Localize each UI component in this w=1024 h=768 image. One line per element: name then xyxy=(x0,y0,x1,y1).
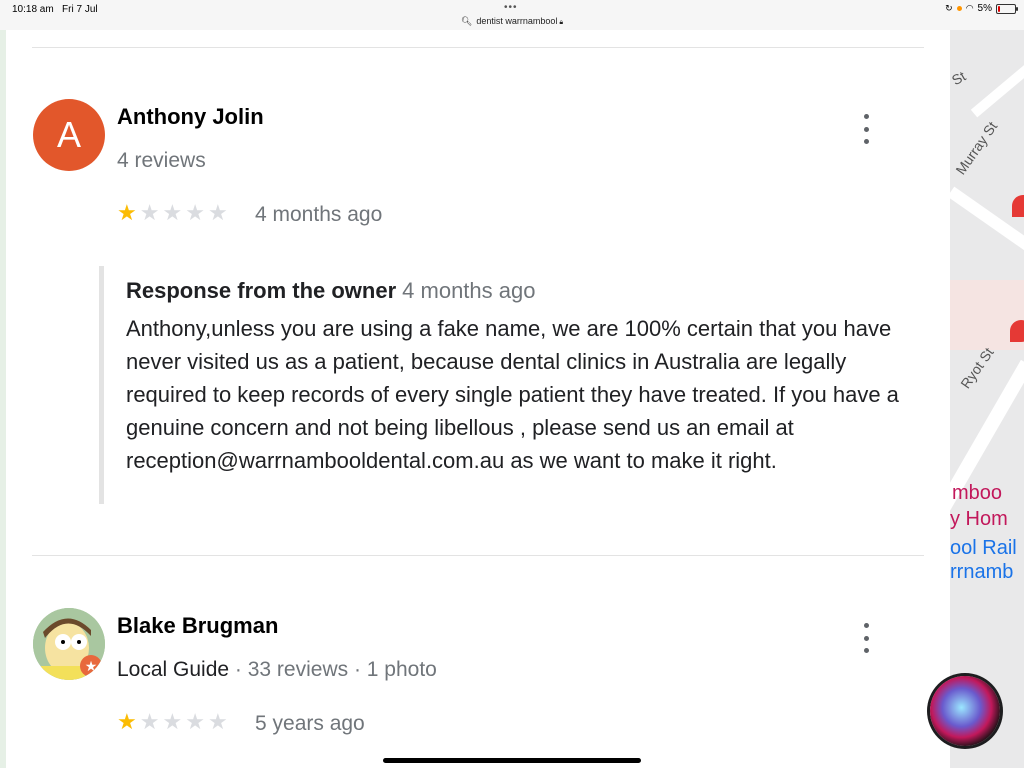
map-pin-icon[interactable] xyxy=(1012,195,1024,217)
mic-indicator-icon xyxy=(956,6,962,11)
status-bar: 10:18 am Fri 7 Jul ••• 🔍︎ dentist warrnam… xyxy=(0,0,1024,30)
divider xyxy=(32,555,924,556)
more-options-icon[interactable] xyxy=(856,114,876,144)
reviewer-meta: 4 reviews xyxy=(117,149,206,172)
star-icon: ★ xyxy=(117,200,137,225)
lock-icon: 🔒︎ xyxy=(559,19,564,26)
status-icons: ↻ ◠ 5% xyxy=(945,3,1018,14)
reviews-panel[interactable]: A Anthony Jolin 4 reviews ★ ★ ★ ★ ★ 4 mo… xyxy=(6,30,950,768)
multitasking-dots[interactable]: ••• xyxy=(504,2,518,13)
map-road xyxy=(970,32,1024,118)
reviewer-name[interactable]: Blake Brugman xyxy=(117,613,278,639)
star-icon: ★ xyxy=(139,200,160,225)
map-place-label[interactable]: y Hom xyxy=(950,508,1008,531)
reviewer-name[interactable]: Anthony Jolin xyxy=(117,104,264,130)
home-indicator[interactable] xyxy=(383,758,641,763)
map-street-label: St xyxy=(950,67,969,89)
star-icon: ★ xyxy=(162,709,183,734)
battery-icon xyxy=(996,3,1018,14)
owner-response: Response from the owner 4 months ago Anth… xyxy=(99,266,914,504)
cartoon-avatar-icon: ★ xyxy=(33,608,105,680)
url-text: dentist warrnambool xyxy=(476,16,558,26)
wifi-icon: ◠ xyxy=(965,3,974,13)
search-icon: 🔍︎ xyxy=(460,16,473,26)
reviewer-meta: Local Guide · 33 reviews · 1 photo xyxy=(117,658,437,681)
map-pin-icon[interactable] xyxy=(1010,320,1024,342)
star-icon: ★ xyxy=(185,200,205,225)
star-icon: ★ xyxy=(207,200,228,225)
more-options-icon[interactable] xyxy=(856,623,876,653)
svg-text:★: ★ xyxy=(85,659,98,675)
response-title: Response from the owner xyxy=(126,278,397,303)
star-rating: ★ ★ ★ ★ ★ xyxy=(117,202,228,224)
map-view[interactable]: St Murray St Ryot St mboo y Hom ool Rail… xyxy=(950,30,1024,768)
star-icon: ★ xyxy=(207,709,228,734)
star-rating: ★ ★ ★ ★ ★ xyxy=(117,711,228,733)
response-time: 4 months ago xyxy=(402,278,536,303)
address-bar[interactable]: 🔍︎ dentist warrnambool 🔒︎ xyxy=(0,16,1024,27)
map-place-label[interactable]: rrnamb xyxy=(950,561,1013,584)
review-time: 4 months ago xyxy=(255,203,383,226)
review-time: 5 years ago xyxy=(255,712,365,735)
local-guide-label: Local Guide xyxy=(117,658,230,681)
status-time: 10:18 am Fri 7 Jul xyxy=(12,4,98,15)
map-street-label: Murray St xyxy=(952,118,1001,178)
star-icon: ★ xyxy=(185,709,205,734)
rotation-lock-icon: ↻ xyxy=(945,3,953,13)
map-street-label: Ryot St xyxy=(957,344,997,392)
divider xyxy=(32,47,924,48)
avatar[interactable]: ★ xyxy=(33,608,105,680)
avatar[interactable]: A xyxy=(33,99,105,171)
star-icon: ★ xyxy=(162,200,183,225)
siri-icon[interactable] xyxy=(930,676,1000,746)
response-header: Response from the owner 4 months ago xyxy=(126,278,535,304)
map-place-label[interactable]: ool Rail xyxy=(950,537,1017,560)
response-text: Anthony,unless you are using a fake name… xyxy=(126,316,899,473)
map-road xyxy=(950,186,1024,266)
star-icon: ★ xyxy=(139,709,160,734)
battery-percent: 5% xyxy=(977,3,992,14)
star-icon: ★ xyxy=(117,709,137,734)
map-place-label[interactable]: mboo xyxy=(952,482,1002,505)
